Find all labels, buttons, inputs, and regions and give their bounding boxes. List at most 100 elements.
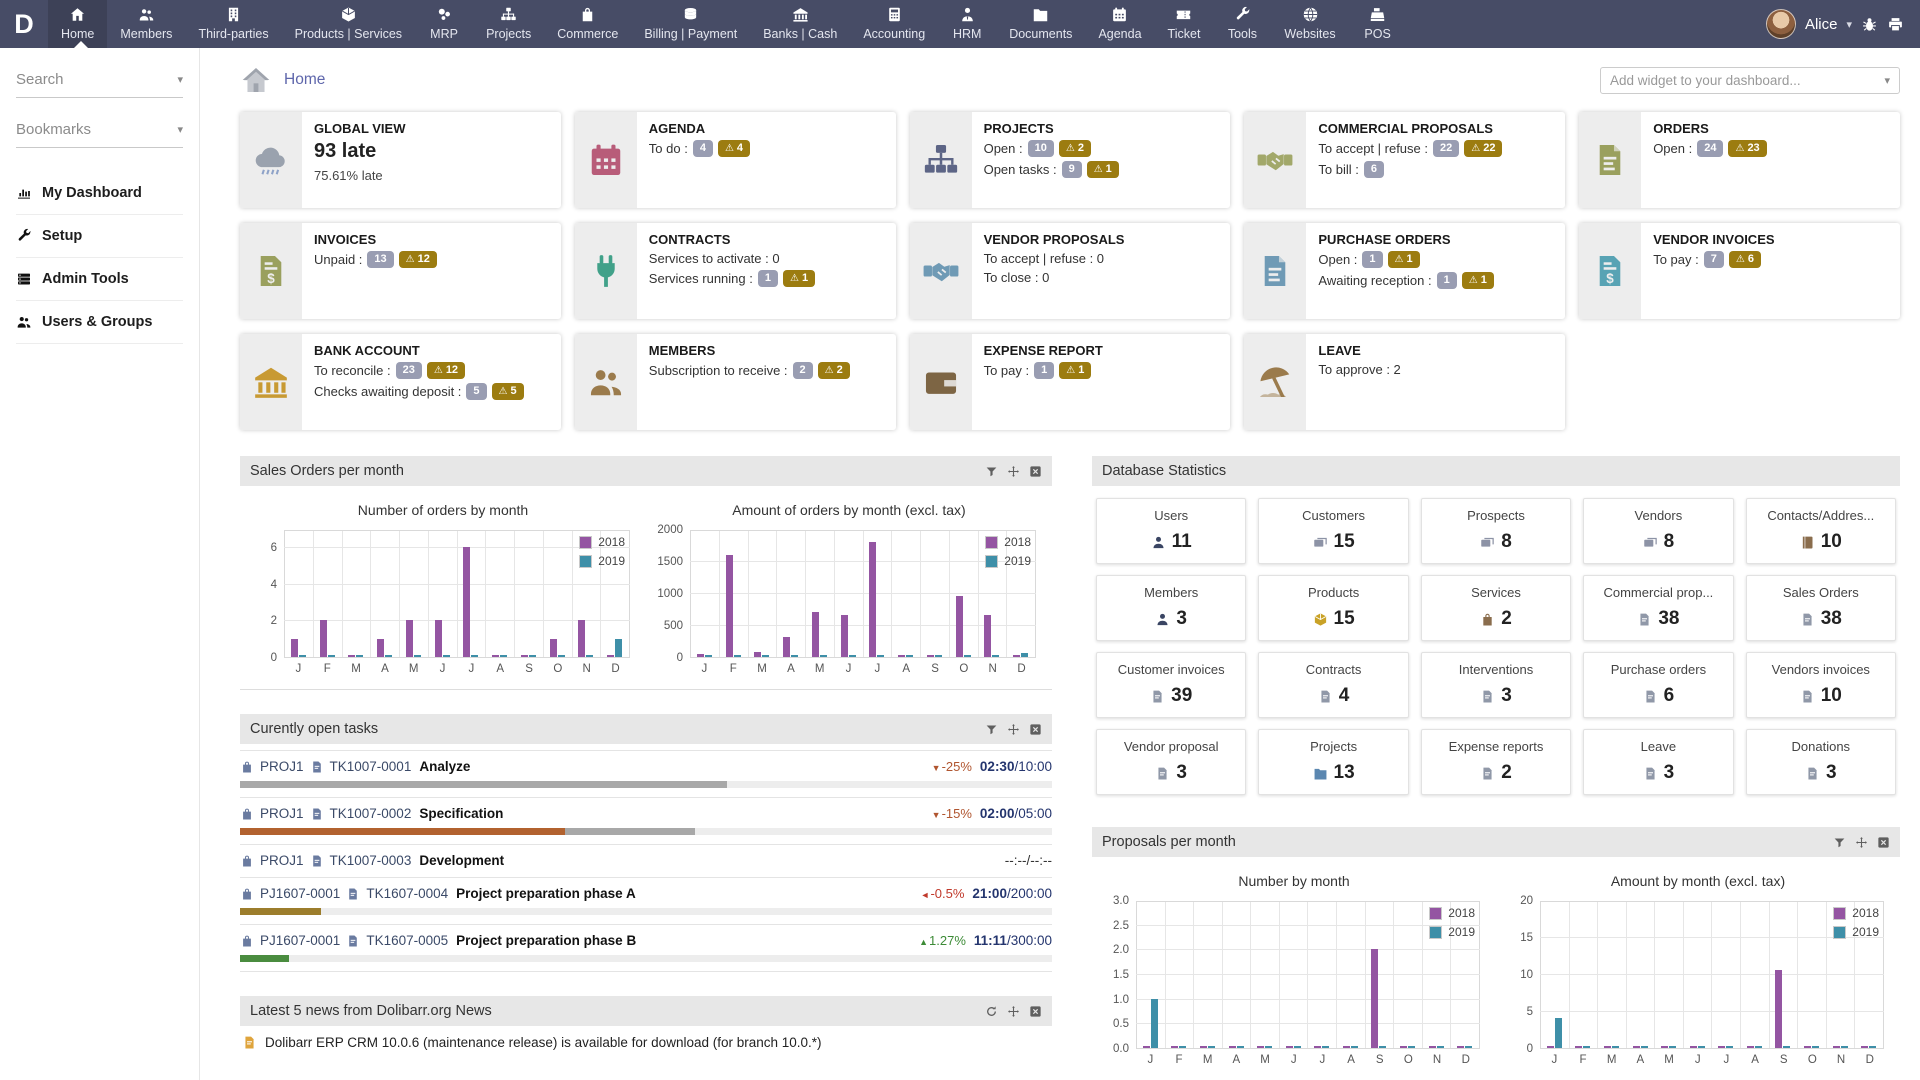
widget-global-view[interactable]: GLOBAL VIEW 93 late 75.61% late [240, 112, 561, 208]
widget-agenda[interactable]: AGENDA To do :4 ⚠ 4 [574, 112, 896, 208]
widget-expense-report[interactable]: EXPENSE REPORT To pay :1 ⚠ 1 [909, 334, 1231, 430]
filter-icon[interactable] [985, 723, 998, 736]
app-logo[interactable]: D [0, 0, 48, 48]
stat-card-expense-reports[interactable]: Expense reports 2 [1420, 729, 1572, 795]
warning-badge[interactable]: ⚠ 1 [1387, 251, 1420, 269]
count-badge[interactable]: 13 [367, 251, 394, 269]
nav-item-products-services[interactable]: Products | Services [282, 0, 415, 48]
close-icon[interactable] [1029, 723, 1042, 736]
warning-badge[interactable]: ⚠ 12 [426, 362, 466, 380]
nav-item-third-parties[interactable]: Third-parties [185, 0, 281, 48]
stat-card-vendors[interactable]: Vendors 8 [1583, 498, 1734, 564]
task-ref-link[interactable]: TK1007-0001 [330, 759, 412, 774]
stat-card-customer-invoices[interactable]: Customer invoices 39 [1096, 652, 1247, 718]
count-badge[interactable]: 2 [792, 362, 813, 380]
count-badge[interactable]: 10 [1027, 140, 1054, 158]
move-icon[interactable] [1007, 465, 1020, 478]
widget-bank-account[interactable]: BANK ACCOUNT To reconcile :23 ⚠ 12 Checks aw… [240, 334, 561, 430]
project-link[interactable]: PROJ1 [260, 759, 304, 774]
stat-card-donations[interactable]: Donations 3 [1745, 729, 1896, 795]
stat-card-interventions[interactable]: Interventions 3 [1420, 652, 1572, 718]
sidebar-item-my-dashboard[interactable]: My Dashboard [16, 172, 183, 215]
add-widget-select[interactable]: Add widget to your dashboard... ▾ [1600, 66, 1900, 94]
user-avatar[interactable] [1765, 9, 1796, 39]
filter-icon[interactable] [1833, 836, 1846, 849]
stat-card-leave[interactable]: Leave 3 [1583, 729, 1734, 795]
warning-badge[interactable]: ⚠ 1 [1461, 272, 1494, 290]
nav-item-commerce[interactable]: Commerce [544, 0, 631, 48]
sidebar-item-setup[interactable]: Setup [16, 215, 183, 258]
count-badge[interactable]: 9 [1061, 161, 1082, 179]
refresh-icon[interactable] [985, 1005, 998, 1018]
widget-projects[interactable]: PROJECTS Open :10 ⚠ 2 Open tasks :9 ⚠ 1 [909, 112, 1231, 208]
filter-icon[interactable] [985, 465, 998, 478]
warning-badge[interactable]: ⚠ 12 [398, 251, 437, 269]
search-dropdown[interactable]: Search ▾ [16, 71, 183, 98]
warning-badge[interactable]: ⚠ 2 [817, 362, 850, 380]
sidebar-item-users-groups[interactable]: Users & Groups [16, 301, 183, 344]
project-link[interactable]: PROJ1 [260, 853, 304, 868]
widget-invoices[interactable]: $ INVOICES Unpaid : 13 ⚠ 12 [240, 223, 561, 319]
warning-badge[interactable]: ⚠ 4 [717, 140, 751, 158]
widget-vendor-proposals[interactable]: VENDOR PROPOSALS To accept | refuse : 0 To… [909, 223, 1231, 319]
warning-badge[interactable]: ⚠ 23 [1728, 140, 1767, 158]
chevron-down-icon[interactable]: ▾ [1846, 18, 1852, 31]
stat-card-vendor-proposal[interactable]: Vendor proposal 3 [1096, 729, 1247, 795]
project-link[interactable]: PJ1607-0001 [260, 886, 340, 901]
count-badge[interactable]: 6 [1363, 161, 1384, 179]
breadcrumb[interactable]: Home [284, 71, 325, 89]
nav-item-projects[interactable]: Projects [473, 0, 544, 48]
nav-item-mrp[interactable]: MRP [415, 0, 473, 48]
widget-leave[interactable]: LEAVE To approve : 2 [1244, 334, 1566, 430]
warning-badge[interactable]: ⚠ 1 [1086, 161, 1119, 179]
warning-badge[interactable]: ⚠ 6 [1728, 251, 1761, 269]
widget-commercial-proposals[interactable]: COMMERCIAL PROPOSALS To accept | refuse :… [1244, 112, 1566, 208]
stat-card-customers[interactable]: Customers 15 [1258, 498, 1409, 564]
stat-card-projects[interactable]: Projects 13 [1258, 729, 1409, 795]
widget-contracts[interactable]: CONTRACTS Services to activate : 0 Service… [574, 223, 896, 319]
bookmarks-dropdown[interactable]: Bookmarks ▾ [16, 121, 183, 148]
stat-card-members[interactable]: Members 3 [1096, 575, 1247, 641]
nav-item-documents[interactable]: Documents [996, 0, 1085, 48]
stat-card-users[interactable]: Users 11 [1096, 498, 1247, 564]
count-badge[interactable]: 1 [1034, 362, 1055, 380]
warning-badge[interactable]: ⚠ 5 [491, 383, 524, 401]
count-badge[interactable]: 1 [757, 270, 778, 288]
nav-item-tools[interactable]: Tools [1213, 0, 1271, 48]
bug-icon[interactable] [1861, 16, 1878, 33]
warning-badge[interactable]: ⚠ 2 [1058, 140, 1091, 158]
task-ref-link[interactable]: TK1607-0004 [366, 886, 448, 901]
project-link[interactable]: PROJ1 [260, 806, 304, 821]
nav-item-ticket[interactable]: Ticket [1155, 0, 1214, 48]
nav-item-hrm[interactable]: HRM [938, 0, 996, 48]
project-link[interactable]: PJ1607-0001 [260, 933, 340, 948]
close-icon[interactable] [1029, 465, 1042, 478]
user-name[interactable]: Alice [1805, 16, 1838, 33]
stat-card-commercial-prop[interactable]: Commercial prop... 38 [1583, 575, 1734, 641]
stat-card-prospects[interactable]: Prospects 8 [1420, 498, 1572, 564]
stat-card-purchase-orders[interactable]: Purchase orders 6 [1583, 652, 1734, 718]
nav-item-websites[interactable]: Websites [1271, 0, 1348, 48]
close-icon[interactable] [1029, 1005, 1042, 1018]
close-icon[interactable] [1877, 836, 1890, 849]
count-badge[interactable]: 23 [395, 362, 422, 380]
count-badge[interactable]: 1 [1436, 272, 1457, 290]
nav-item-pos[interactable]: POS [1349, 0, 1407, 48]
widget-orders[interactable]: ORDERS Open : 24 ⚠ 23 [1579, 112, 1900, 208]
warning-badge[interactable]: ⚠ 1 [782, 270, 816, 288]
news-item-title[interactable]: Dolibarr ERP CRM 10.0.6 (maintenance rel… [265, 1035, 822, 1050]
task-ref-link[interactable]: TK1007-0002 [330, 806, 412, 821]
count-badge[interactable]: 5 [466, 383, 487, 401]
warning-badge[interactable]: ⚠ 22 [1464, 140, 1503, 158]
task-ref-link[interactable]: TK1607-0005 [366, 933, 448, 948]
nav-item-agenda[interactable]: Agenda [1085, 0, 1154, 48]
move-icon[interactable] [1007, 1005, 1020, 1018]
widget-purchase-orders[interactable]: PURCHASE ORDERS Open :1 ⚠ 1 Awaiting recepti… [1244, 223, 1566, 319]
count-badge[interactable]: 22 [1433, 140, 1460, 158]
print-icon[interactable] [1887, 16, 1904, 33]
widget-vendor-invoices[interactable]: $ VENDOR INVOICES To pay : 7 ⚠ 6 [1579, 223, 1900, 319]
nav-item-members[interactable]: Members [107, 0, 185, 48]
stat-card-contacts-addres[interactable]: Contacts/Addres... 10 [1745, 498, 1896, 564]
stat-card-products[interactable]: Products 15 [1258, 575, 1409, 641]
sidebar-item-admin-tools[interactable]: Admin Tools [16, 258, 183, 301]
